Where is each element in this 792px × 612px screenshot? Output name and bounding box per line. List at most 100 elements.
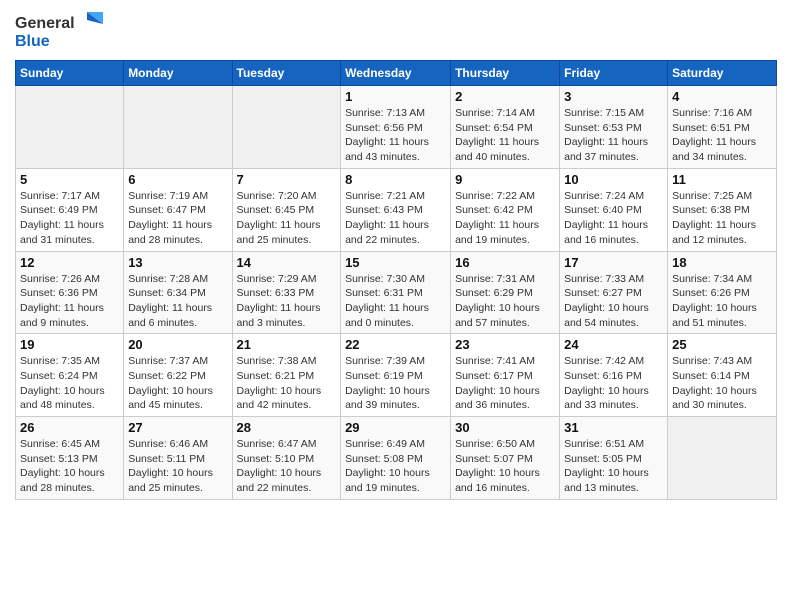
day-info: Sunrise: 7:33 AM Sunset: 6:27 PM Dayligh…: [564, 272, 663, 331]
page-header: GeneralBlue: [15, 10, 777, 52]
day-number: 7: [237, 172, 337, 187]
day-number: 26: [20, 420, 119, 435]
day-number: 19: [20, 337, 119, 352]
day-info: Sunrise: 7:15 AM Sunset: 6:53 PM Dayligh…: [564, 106, 663, 165]
day-info: Sunrise: 7:37 AM Sunset: 6:22 PM Dayligh…: [128, 354, 227, 413]
calendar-cell: 4 Sunrise: 7:16 AM Sunset: 6:51 PM Daylig…: [668, 86, 777, 169]
day-number: 23: [455, 337, 555, 352]
calendar-cell: 11 Sunrise: 7:25 AM Sunset: 6:38 PM Dayli…: [668, 168, 777, 251]
day-info: Sunrise: 7:25 AM Sunset: 6:38 PM Dayligh…: [672, 189, 772, 248]
calendar-week-row: 1Sunrise: 7:13 AM Sunset: 6:56 PM Daylig…: [16, 86, 777, 169]
calendar-cell: [16, 86, 124, 169]
col-header-saturday: Saturday: [668, 61, 777, 86]
day-info: Sunrise: 7:42 AM Sunset: 6:16 PM Dayligh…: [564, 354, 663, 413]
day-number: 11: [672, 172, 772, 187]
calendar-cell: 31 Sunrise: 6:51 AM Sunset: 5:05 PM Dayli…: [560, 417, 668, 500]
day-info: Sunrise: 7:29 AM Sunset: 6:33 PM Dayligh…: [237, 272, 337, 331]
calendar-cell: 25Sunrise: 7:43 AM Sunset: 6:14 PM Dayli…: [668, 334, 777, 417]
calendar-cell: 12 Sunrise: 7:26 AM Sunset: 6:36 PM Dayli…: [16, 251, 124, 334]
day-number: 12: [20, 255, 119, 270]
calendar-cell: 6 Sunrise: 7:19 AM Sunset: 6:47 PM Daylig…: [124, 168, 232, 251]
day-info: Sunrise: 7:21 AM Sunset: 6:43 PM Dayligh…: [345, 189, 446, 248]
day-number: 18: [672, 255, 772, 270]
day-info: Sunrise: 6:46 AM Sunset: 5:11 PM Dayligh…: [128, 437, 227, 496]
day-number: 21: [237, 337, 337, 352]
day-number: 20: [128, 337, 227, 352]
calendar-cell: [124, 86, 232, 169]
calendar-cell: 17 Sunrise: 7:33 AM Sunset: 6:27 PM Dayli…: [560, 251, 668, 334]
day-info: Sunrise: 7:31 AM Sunset: 6:29 PM Dayligh…: [455, 272, 555, 331]
calendar-week-row: 26Sunrise: 6:45 AM Sunset: 5:13 PM Dayli…: [16, 417, 777, 500]
calendar-cell: 18Sunrise: 7:34 AM Sunset: 6:26 PM Dayli…: [668, 251, 777, 334]
calendar-week-row: 19Sunrise: 7:35 AM Sunset: 6:24 PM Dayli…: [16, 334, 777, 417]
day-number: 10: [564, 172, 663, 187]
calendar-cell: 20 Sunrise: 7:37 AM Sunset: 6:22 PM Dayli…: [124, 334, 232, 417]
calendar-header-row: SundayMondayTuesdayWednesdayThursdayFrid…: [16, 61, 777, 86]
col-header-thursday: Thursday: [451, 61, 560, 86]
day-info: Sunrise: 6:51 AM Sunset: 5:05 PM Dayligh…: [564, 437, 663, 496]
calendar-cell: 13Sunrise: 7:28 AM Sunset: 6:34 PM Dayli…: [124, 251, 232, 334]
calendar-cell: 27 Sunrise: 6:46 AM Sunset: 5:11 PM Dayli…: [124, 417, 232, 500]
day-number: 22: [345, 337, 446, 352]
calendar-table: SundayMondayTuesdayWednesdayThursdayFrid…: [15, 60, 777, 500]
logo: GeneralBlue: [15, 10, 105, 52]
day-info: Sunrise: 7:17 AM Sunset: 6:49 PM Dayligh…: [20, 189, 119, 248]
day-number: 3: [564, 89, 663, 104]
day-info: Sunrise: 6:49 AM Sunset: 5:08 PM Dayligh…: [345, 437, 446, 496]
day-number: 5: [20, 172, 119, 187]
calendar-cell: 8 Sunrise: 7:21 AM Sunset: 6:43 PM Daylig…: [341, 168, 451, 251]
day-number: 2: [455, 89, 555, 104]
calendar-cell: 14 Sunrise: 7:29 AM Sunset: 6:33 PM Dayli…: [232, 251, 341, 334]
svg-text:General: General: [15, 15, 75, 32]
calendar-cell: 9 Sunrise: 7:22 AM Sunset: 6:42 PM Daylig…: [451, 168, 560, 251]
day-info: Sunrise: 6:50 AM Sunset: 5:07 PM Dayligh…: [455, 437, 555, 496]
day-info: Sunrise: 7:14 AM Sunset: 6:54 PM Dayligh…: [455, 106, 555, 165]
calendar-cell: 10 Sunrise: 7:24 AM Sunset: 6:40 PM Dayli…: [560, 168, 668, 251]
calendar-cell: [668, 417, 777, 500]
calendar-cell: 15 Sunrise: 7:30 AM Sunset: 6:31 PM Dayli…: [341, 251, 451, 334]
day-info: Sunrise: 7:24 AM Sunset: 6:40 PM Dayligh…: [564, 189, 663, 248]
day-number: 1: [345, 89, 446, 104]
day-number: 27: [128, 420, 227, 435]
day-number: 24: [564, 337, 663, 352]
calendar-cell: 19Sunrise: 7:35 AM Sunset: 6:24 PM Dayli…: [16, 334, 124, 417]
calendar-cell: 29 Sunrise: 6:49 AM Sunset: 5:08 PM Dayli…: [341, 417, 451, 500]
day-info: Sunrise: 7:19 AM Sunset: 6:47 PM Dayligh…: [128, 189, 227, 248]
calendar-cell: 16 Sunrise: 7:31 AM Sunset: 6:29 PM Dayli…: [451, 251, 560, 334]
day-info: Sunrise: 7:30 AM Sunset: 6:31 PM Dayligh…: [345, 272, 446, 331]
day-number: 4: [672, 89, 772, 104]
day-info: Sunrise: 6:47 AM Sunset: 5:10 PM Dayligh…: [237, 437, 337, 496]
svg-text:Blue: Blue: [15, 33, 50, 50]
day-info: Sunrise: 7:22 AM Sunset: 6:42 PM Dayligh…: [455, 189, 555, 248]
day-number: 6: [128, 172, 227, 187]
day-number: 8: [345, 172, 446, 187]
day-number: 16: [455, 255, 555, 270]
day-number: 31: [564, 420, 663, 435]
calendar-cell: 23Sunrise: 7:41 AM Sunset: 6:17 PM Dayli…: [451, 334, 560, 417]
day-number: 15: [345, 255, 446, 270]
col-header-monday: Monday: [124, 61, 232, 86]
day-number: 9: [455, 172, 555, 187]
calendar-cell: 5 Sunrise: 7:17 AM Sunset: 6:49 PM Daylig…: [16, 168, 124, 251]
day-number: 25: [672, 337, 772, 352]
day-number: 14: [237, 255, 337, 270]
day-info: Sunrise: 7:26 AM Sunset: 6:36 PM Dayligh…: [20, 272, 119, 331]
day-number: 29: [345, 420, 446, 435]
calendar-cell: 22 Sunrise: 7:39 AM Sunset: 6:19 PM Dayli…: [341, 334, 451, 417]
calendar-cell: 26Sunrise: 6:45 AM Sunset: 5:13 PM Dayli…: [16, 417, 124, 500]
logo-svg: GeneralBlue: [15, 10, 105, 52]
calendar-cell: 21Sunrise: 7:38 AM Sunset: 6:21 PM Dayli…: [232, 334, 341, 417]
calendar-cell: 24 Sunrise: 7:42 AM Sunset: 6:16 PM Dayli…: [560, 334, 668, 417]
calendar-cell: 3 Sunrise: 7:15 AM Sunset: 6:53 PM Daylig…: [560, 86, 668, 169]
col-header-wednesday: Wednesday: [341, 61, 451, 86]
day-number: 17: [564, 255, 663, 270]
day-info: Sunrise: 7:20 AM Sunset: 6:45 PM Dayligh…: [237, 189, 337, 248]
calendar-week-row: 5 Sunrise: 7:17 AM Sunset: 6:49 PM Daylig…: [16, 168, 777, 251]
day-info: Sunrise: 7:39 AM Sunset: 6:19 PM Dayligh…: [345, 354, 446, 413]
day-number: 13: [128, 255, 227, 270]
day-number: 28: [237, 420, 337, 435]
day-number: 30: [455, 420, 555, 435]
day-info: Sunrise: 7:16 AM Sunset: 6:51 PM Dayligh…: [672, 106, 772, 165]
col-header-sunday: Sunday: [16, 61, 124, 86]
page-container: GeneralBlue SundayMondayTuesdayWednesday…: [0, 0, 792, 510]
